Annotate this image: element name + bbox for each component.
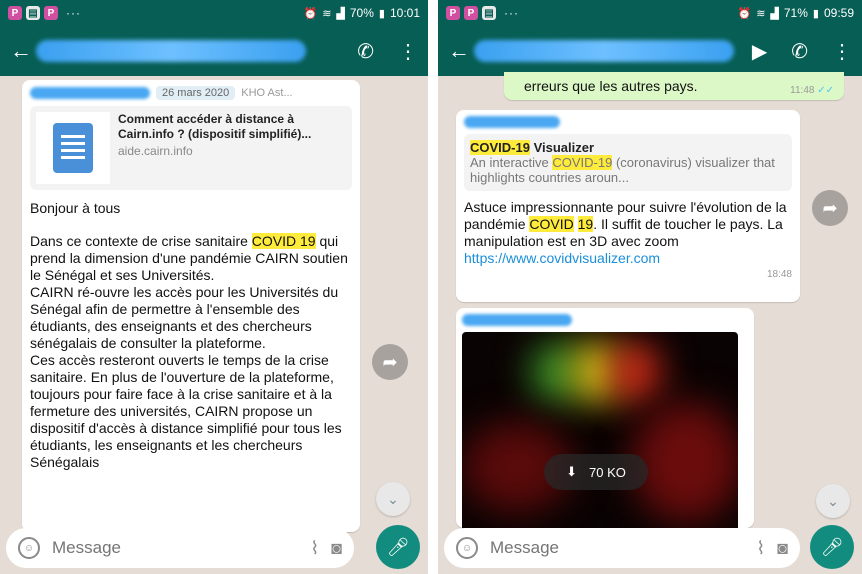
document-icon — [36, 112, 110, 184]
chat-area: 26 mars 2020 KHO Ast... Comment accéder … — [0, 76, 428, 532]
contact-name-redacted[interactable] — [36, 40, 306, 62]
link-preview[interactable]: COVID-19 Visualizer An interactive COVID… — [464, 134, 792, 191]
alarm-icon: ⏰ — [737, 7, 752, 20]
message-time: 18:48 — [766, 269, 792, 280]
chat-header: ← ▶ ✆ ⋮ — [438, 26, 862, 76]
app-notification-icon: ▤ — [482, 6, 496, 20]
clock: 09:59 — [823, 6, 854, 20]
message-time: 11:48 ✓✓ — [790, 85, 834, 96]
download-icon: ⬇ — [566, 464, 578, 479]
download-size: 70 KO — [589, 464, 626, 480]
link-preview-title: COVID-19 Visualizer — [470, 140, 595, 155]
sender-suffix: KHO Ast... — [241, 87, 293, 99]
message-input-bar: ☺ ⌇ ◙ — [6, 528, 354, 568]
message-input[interactable] — [490, 538, 745, 558]
camera-icon[interactable]: ◙ — [777, 538, 788, 559]
chat-area: erreurs que les autres pays. 11:48 ✓✓ CO… — [438, 72, 862, 532]
microphone-icon[interactable]: 🎤︎ — [376, 525, 420, 569]
microphone-icon[interactable]: 🎤︎ — [810, 525, 854, 569]
message-body: Dans ce contexte de crise sanitaire COVI… — [30, 233, 348, 470]
previous-message-bubble[interactable]: erreurs que les autres pays. 11:48 ✓✓ — [504, 72, 844, 100]
message-body: Astuce impressionnante pour suivre l'évo… — [464, 199, 791, 249]
attach-icon[interactable]: ⌇ — [756, 538, 765, 559]
link-preview-description: An interactive COVID-19 (coronavirus) vi… — [470, 155, 775, 185]
message-bubble[interactable]: 26 mars 2020 KHO Ast... Comment accéder … — [22, 80, 360, 532]
message-input[interactable] — [52, 538, 299, 558]
link-preview-title: Comment accéder à distance à Cairn.info … — [118, 112, 312, 141]
voice-call-icon[interactable]: ✆ — [791, 39, 808, 64]
app-notification-icon: P — [464, 6, 478, 20]
date-badge: 26 mars 2020 — [156, 86, 236, 100]
scroll-down-icon[interactable]: ⌄ — [816, 484, 850, 518]
wifi-icon: ≋ — [756, 7, 766, 20]
status-bar: P P ▤ ··· ⏰ ≋ ▟ 71% ▮ 09:59 — [438, 0, 862, 26]
right-phone-screen: P P ▤ ··· ⏰ ≋ ▟ 71% ▮ 09:59 ← ▶ ✆ ⋮ erre… — [438, 0, 862, 574]
video-call-icon[interactable]: ▶ — [752, 39, 767, 64]
contact-name-redacted[interactable] — [474, 40, 734, 62]
message-greeting: Bonjour à tous — [30, 200, 121, 216]
battery-icon: ▮ — [378, 7, 385, 20]
battery-percent: 71% — [783, 6, 808, 20]
back-arrow-icon[interactable]: ← — [10, 38, 36, 64]
signal-icon: ▟ — [336, 7, 345, 20]
left-phone-screen: P ▤ P ··· ⏰ ≋ ▟ 70% ▮ 10:01 ← ✆ ⋮ 26 mar… — [0, 0, 428, 574]
chat-header: ← ✆ ⋮ — [0, 26, 428, 76]
message-input-bar: ☺ ⌇ ◙ — [444, 528, 800, 568]
sender-name-redacted — [464, 116, 560, 128]
emoji-icon[interactable]: ☺ — [18, 537, 40, 559]
message-bubble[interactable]: COVID-19 Visualizer An interactive COVID… — [456, 110, 800, 302]
read-receipt-icon: ✓✓ — [817, 85, 834, 96]
camera-icon[interactable]: ◙ — [331, 538, 342, 559]
add-call-icon[interactable]: ✆ — [357, 39, 374, 64]
more-notifications-icon: ··· — [66, 6, 81, 20]
more-notifications-icon: ··· — [504, 6, 519, 20]
link-preview[interactable]: Comment accéder à distance à Cairn.info … — [30, 106, 352, 190]
alarm-icon: ⏰ — [303, 7, 318, 20]
sender-name-redacted — [462, 314, 572, 326]
previous-message-text: erreurs que les autres pays. — [524, 78, 698, 94]
app-notification-icon: P — [44, 6, 58, 20]
media-message-bubble[interactable]: ⬇ 70 KO — [456, 308, 754, 532]
scroll-down-icon[interactable]: ⌄ — [376, 482, 410, 516]
wifi-icon: ≋ — [322, 7, 332, 20]
emoji-icon[interactable]: ☺ — [456, 537, 478, 559]
more-options-icon[interactable]: ⋮ — [832, 39, 852, 64]
app-notification-icon: ▤ — [26, 6, 40, 20]
back-arrow-icon[interactable]: ← — [448, 38, 474, 64]
link-preview-domain: aide.cairn.info — [118, 144, 193, 158]
highlight-covid: COVID 19 — [251, 233, 316, 249]
more-options-icon[interactable]: ⋮ — [398, 39, 418, 64]
forward-icon[interactable]: ➦ — [812, 190, 848, 226]
message-link[interactable]: https://www.covidvisualizer.com — [464, 250, 792, 267]
attach-icon[interactable]: ⌇ — [310, 538, 319, 559]
image-thumbnail[interactable]: ⬇ 70 KO — [462, 332, 738, 532]
status-bar: P ▤ P ··· ⏰ ≋ ▟ 70% ▮ 10:01 — [0, 0, 428, 26]
signal-icon: ▟ — [770, 7, 779, 20]
app-notification-icon: P — [446, 6, 460, 20]
clock: 10:01 — [389, 6, 420, 20]
sender-name-redacted — [30, 87, 150, 99]
forward-icon[interactable]: ➦ — [372, 344, 408, 380]
battery-percent: 70% — [349, 6, 374, 20]
app-notification-icon: P — [8, 6, 22, 20]
battery-icon: ▮ — [812, 7, 819, 20]
download-button[interactable]: ⬇ 70 KO — [544, 454, 648, 490]
